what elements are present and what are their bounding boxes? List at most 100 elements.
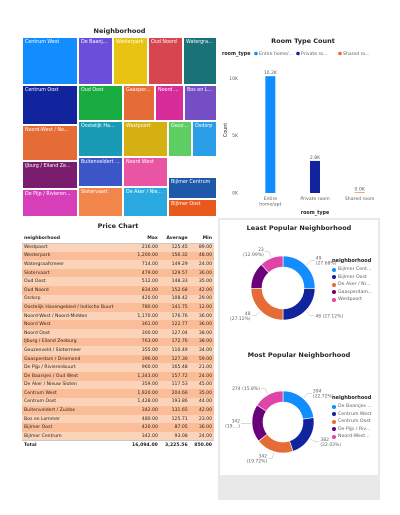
legend-item[interactable]: Centrum Oost [332,418,372,426]
table-row[interactable]: IJburg / Eiland Zeeburg 763.00 172.76 38.00 [22,337,214,347]
treemap-cell-label: Noord ... [158,88,179,93]
treemap-cell[interactable]: Oud Oost [78,85,123,121]
legend-item[interactable]: Bijlmer Oost [332,274,372,282]
donut-slice[interactable] [250,288,284,321]
table-row[interactable]: De Pijp / Rivierenbuurt 960.00 165.48 21.00 [22,363,214,372]
treemap-cell[interactable]: Watergra... [183,37,217,85]
treemap-cell[interactable]: De Aker / Nie... [123,187,168,217]
table-cell: 36.00 [198,270,212,276]
table-row[interactable]: Geuzenveld / Slotermeer 355.00 110.49 34.00 [22,346,214,355]
treemap-cell[interactable]: Noord-West / No... [22,125,78,161]
table-cell: 131.65 [171,408,188,414]
donut-slice[interactable] [282,255,316,289]
table-cell: 714.00 [141,261,158,267]
table-cell: 141.75 [171,304,188,310]
table-row[interactable]: Westpoort 216.00 125.45 89.00 [22,243,214,252]
table-row[interactable]: Osdorp 420.00 108.42 29.00 [22,294,214,304]
table-row[interactable]: Centrum Oost 1,428.00 193.86 44.00 [22,397,214,407]
table-row[interactable]: Buitenveldert / Zuidas 342.00 131.65 42.00 [22,406,214,415]
table-row[interactable]: Oud Noord 834.00 152.68 42.00 [22,285,214,295]
column-header[interactable]: Max [126,234,160,244]
donut-slice[interactable] [289,417,315,452]
treemap-cell-label: Oostelijk Ha... [81,124,115,129]
treemap-cell[interactable]: Westpoort [123,121,168,157]
treemap-cell[interactable]: Oud Noord [148,37,183,85]
table-row[interactable]: Noord Oost 300.00 127.04 38.00 [22,328,214,338]
treemap-cell[interactable]: IJburg / Eiland Ze... [22,161,78,189]
table-row[interactable]: Bijlmer Centrum 342.00 93.08 24.00 [22,432,214,441]
treemap-cell[interactable]: De Pijp / Rivieren... [22,189,78,217]
legend-label[interactable]: Entire home/... [259,51,293,57]
table-row[interactable]: Watergraafsmeer 714.00 149.29 24.00 [22,260,214,269]
table-row[interactable]: Bijlmer Oost 420.00 87.05 36.00 [22,423,214,433]
treemap-cell-label: Bijlmer Centrum [171,180,211,185]
x-tick-label: Private room [300,196,330,202]
table-cell: 38.00 [198,330,212,336]
donut-slice[interactable] [282,390,315,420]
price-chart-title: Price Chart [97,222,139,230]
legend-label[interactable]: Private ro... [301,51,327,57]
table-cell: Centrum West [24,390,57,396]
legend-label: De Aker / Ni... [338,282,371,288]
treemap-cell[interactable]: Westerpark [113,37,148,85]
legend-item[interactable]: Westpoort [332,296,372,304]
treemap-cell[interactable]: Oostelijk Ha... [78,121,123,157]
column-header[interactable]: Average [159,234,190,244]
table-row[interactable]: Slotervaart 479.00 129.57 36.00 [22,268,214,278]
table-row[interactable]: Westerpark 1,200.00 156.32 48.00 [22,251,214,261]
treemap-cell[interactable]: Gaasper... [123,85,155,121]
treemap-cell[interactable]: Bijlmer Centrum [168,177,217,199]
leader-line [306,260,315,265]
table-cell: 24.00 [198,261,212,267]
treemap-cell[interactable]: De Baanj... [78,37,113,85]
table-row[interactable]: Centrum West 1,920.00 204.66 35.00 [22,389,214,398]
legend-item[interactable]: De Baarsjes ... [332,403,372,411]
table-row[interactable]: Gaasperdam / Driemond 396.00 127.30 59.00 [22,354,214,364]
leader-line [310,438,320,443]
most-popular-legend: neighborhood De Baarsjes ... Centrum West… [332,395,372,441]
table-cell: 834.00 [141,287,158,293]
column-header[interactable]: neighborhood [22,234,127,244]
table-row[interactable]: Oostelijk Havengebied / Indische Buurt 78… [22,303,214,312]
legend-item[interactable]: De Pijp / Riv... [332,426,372,434]
table-cell: 342.00 [141,408,158,414]
treemap-cell[interactable]: Noord West [123,157,168,187]
treemap-cell[interactable]: Bos en L... [184,85,217,121]
legend-marker [332,267,336,272]
bar[interactable] [354,192,365,193]
table-cell: Oud Oost [24,279,46,285]
legend-marker [338,51,342,56]
least-popular-legend: neighborhood Bijlmer Cent... Bijlmer Oost… [332,258,372,304]
room-type-bar-chart[interactable]: room_type Entire home/... Private ro... Sha… [222,33,384,218]
table-row[interactable]: Bos en Lommer 480.00 125.71 23.00 [22,414,214,424]
neighborhood-treemap-panel: Neighborhood Centrum West De Baanj... West… [22,27,217,217]
table-total-cell: Total [22,440,127,451]
legend-item[interactable]: Bijlmer Cent... [332,266,372,274]
legend-label[interactable]: Shared ro... [343,51,370,57]
treemap-cell[interactable]: Osdorp [192,121,217,157]
treemap-cell[interactable]: Slotervaart [78,187,123,217]
legend-item[interactable]: Noord-West... [332,433,372,441]
treemap-cell[interactable]: Centrum West [22,37,78,85]
legend-item[interactable]: De Aker / Ni... [332,281,372,289]
table-row[interactable]: De Baarsjes / Oud West 1,343.00 157.72 24.0… [22,371,214,381]
treemap-cell-label: Oud Oost [81,88,104,93]
legend-item[interactable]: Centrum West [332,411,372,419]
donut-slice[interactable] [282,288,316,321]
table-row[interactable]: Oud Oost 512.00 148.33 35.00 [22,277,214,286]
legend-marker [332,419,336,424]
neighborhood-treemap[interactable]: Centrum West De Baanj... Westerpark Oud Noo… [22,37,217,217]
treemap-cell[interactable]: Geuz... [168,121,192,157]
treemap-cell[interactable]: Buitenveldert ... [78,157,123,187]
bar[interactable] [310,160,320,193]
table-row[interactable]: Noord-West / Noord-Midden 1,170.00 176.76 3… [22,311,214,321]
table-cell: 172.76 [171,339,188,345]
treemap-cell[interactable]: Noord ... [155,85,184,121]
treemap-cell[interactable]: Centrum Oost [22,85,78,125]
table-row[interactable]: De Aker / Nieuw Sloten 359.00 117.53 45.00 [22,380,214,390]
treemap-cell[interactable]: Bijlmer Oost [168,199,217,217]
column-header[interactable]: Min [189,234,214,244]
table-row[interactable]: Noord West 361.00 122.77 36.00 [22,320,214,329]
bar[interactable] [265,76,276,193]
legend-item[interactable]: Gaasperdam... [332,289,372,297]
